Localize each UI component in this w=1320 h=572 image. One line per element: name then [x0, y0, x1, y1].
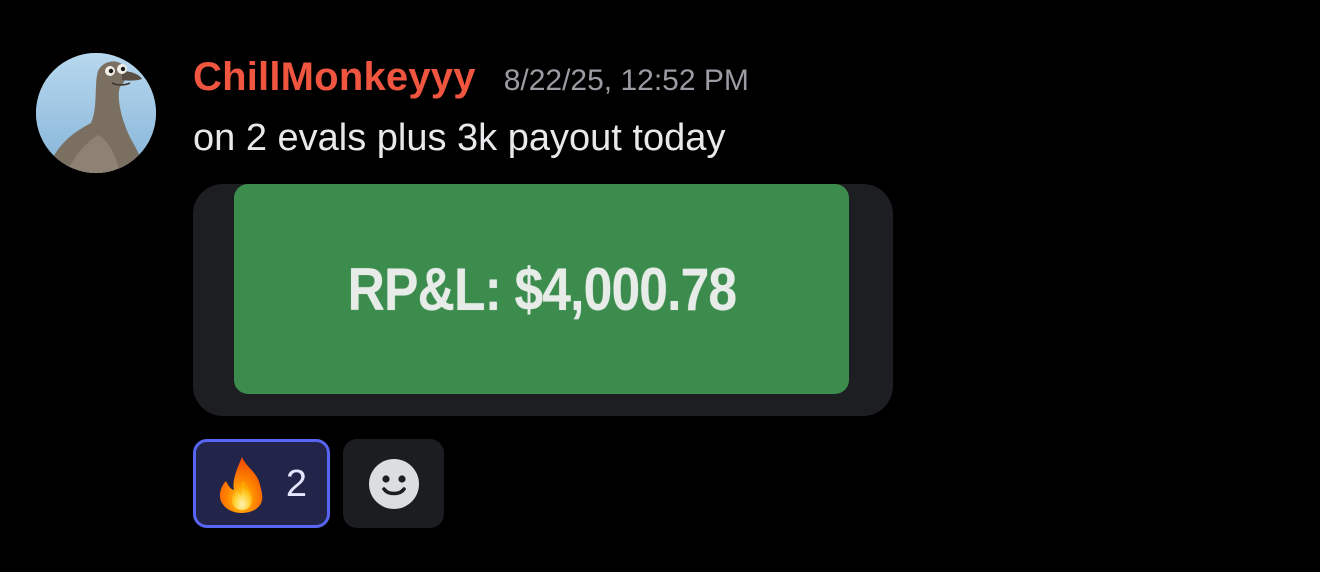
avatar[interactable]	[36, 53, 156, 173]
message-text: on 2 evals plus 3k payout today	[193, 117, 726, 159]
reactions-bar: 2	[193, 439, 444, 528]
image-attachment[interactable]: RP&L: $4,000.78	[193, 184, 893, 416]
fire-emoji-icon	[219, 456, 263, 513]
pnl-card: RP&L: $4,000.78	[234, 184, 849, 394]
username[interactable]: ChillMonkeyyy	[193, 52, 476, 102]
chat-message: ChillMonkeyyy 8/22/25, 12:52 PM on 2 eva…	[0, 0, 1320, 572]
add-reaction-button[interactable]	[343, 439, 444, 528]
smiley-icon	[368, 458, 419, 509]
pnl-text: RP&L: $4,000.78	[347, 255, 736, 323]
reaction-count: 2	[285, 462, 308, 505]
timestamp[interactable]: 8/22/25, 12:52 PM	[504, 56, 749, 106]
reaction-fire[interactable]: 2	[193, 439, 330, 528]
message-header: ChillMonkeyyy 8/22/25, 12:52 PM	[193, 52, 749, 102]
seagull-avatar-icon	[36, 53, 156, 173]
